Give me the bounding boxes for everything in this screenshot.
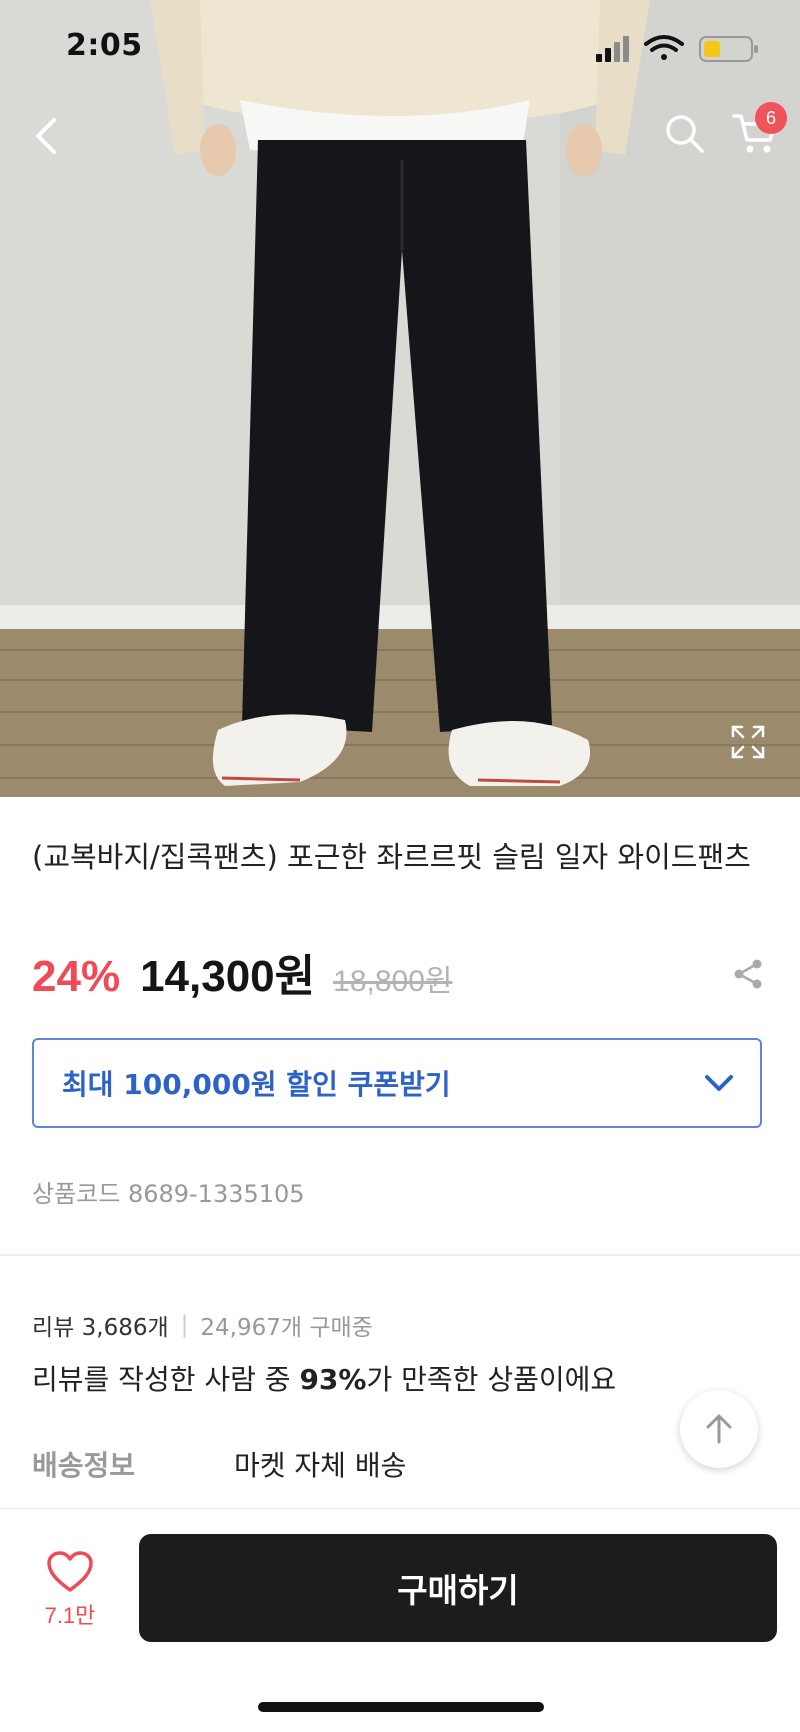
scroll-to-top-button[interactable]	[680, 1390, 758, 1468]
buy-button[interactable]: 구매하기	[139, 1534, 777, 1642]
satisfaction-percent: 93%	[299, 1363, 367, 1396]
search-button[interactable]	[655, 104, 715, 164]
sale-price: 14,300원	[140, 952, 316, 1001]
arrow-up-icon	[706, 1414, 732, 1444]
coupon-button[interactable]: 최대 100,000원 할인 쿠폰받기	[32, 1038, 762, 1128]
original-price: 18,800원	[333, 965, 453, 998]
battery-icon	[699, 36, 758, 62]
heart-icon	[47, 1551, 93, 1592]
expand-image-button[interactable]	[718, 712, 778, 772]
search-icon	[666, 115, 704, 153]
satisfaction-text: 리뷰를 작성한 사람 중 93%가 만족한 상품이에요	[32, 1358, 616, 1398]
share-icon	[734, 959, 762, 989]
product-title: (교복바지/집콕팬츠) 포근한 좌르르핏 슬림 일자 와이드팬츠	[32, 840, 751, 874]
review-count[interactable]: 리뷰 3,686개	[32, 1308, 169, 1342]
home-indicator	[258, 1702, 544, 1712]
chevron-left-icon	[36, 118, 56, 154]
satisfaction-prefix: 리뷰를 작성한 사람 중	[32, 1363, 300, 1396]
section-divider	[0, 1254, 800, 1256]
chevron-down-icon	[705, 1075, 733, 1091]
satisfaction-suffix: 가 만족한 상품이에요	[366, 1363, 617, 1396]
cart-count-badge: 6	[755, 102, 787, 134]
share-button[interactable]	[718, 944, 778, 1004]
expand-icon	[731, 725, 765, 759]
review-separator: |	[180, 1312, 189, 1338]
review-summary: 리뷰 3,686개 | 24,967개 구매중	[32, 1308, 373, 1342]
status-time: 2:05	[66, 28, 143, 63]
signal-icon	[596, 36, 629, 62]
wifi-icon	[644, 35, 684, 60]
price-row: 24% 14,300원 18,800원	[32, 940, 453, 1001]
discount-rate: 24%	[32, 952, 121, 1001]
back-button[interactable]	[16, 106, 76, 166]
status-icons	[596, 35, 758, 62]
buyer-count: 24,967개 구매중	[200, 1315, 373, 1341]
like-button[interactable]: 7.1만	[28, 1550, 112, 1640]
coupon-label: 최대 100,000원 할인 쿠폰받기	[62, 1068, 451, 1101]
like-count: 7.1만	[44, 1603, 96, 1628]
shipping-value: 마켓 자체 배송	[234, 1449, 407, 1482]
shipping-label: 배송정보	[32, 1449, 136, 1482]
product-code: 상품코드 8689-1335105	[32, 1180, 305, 1208]
